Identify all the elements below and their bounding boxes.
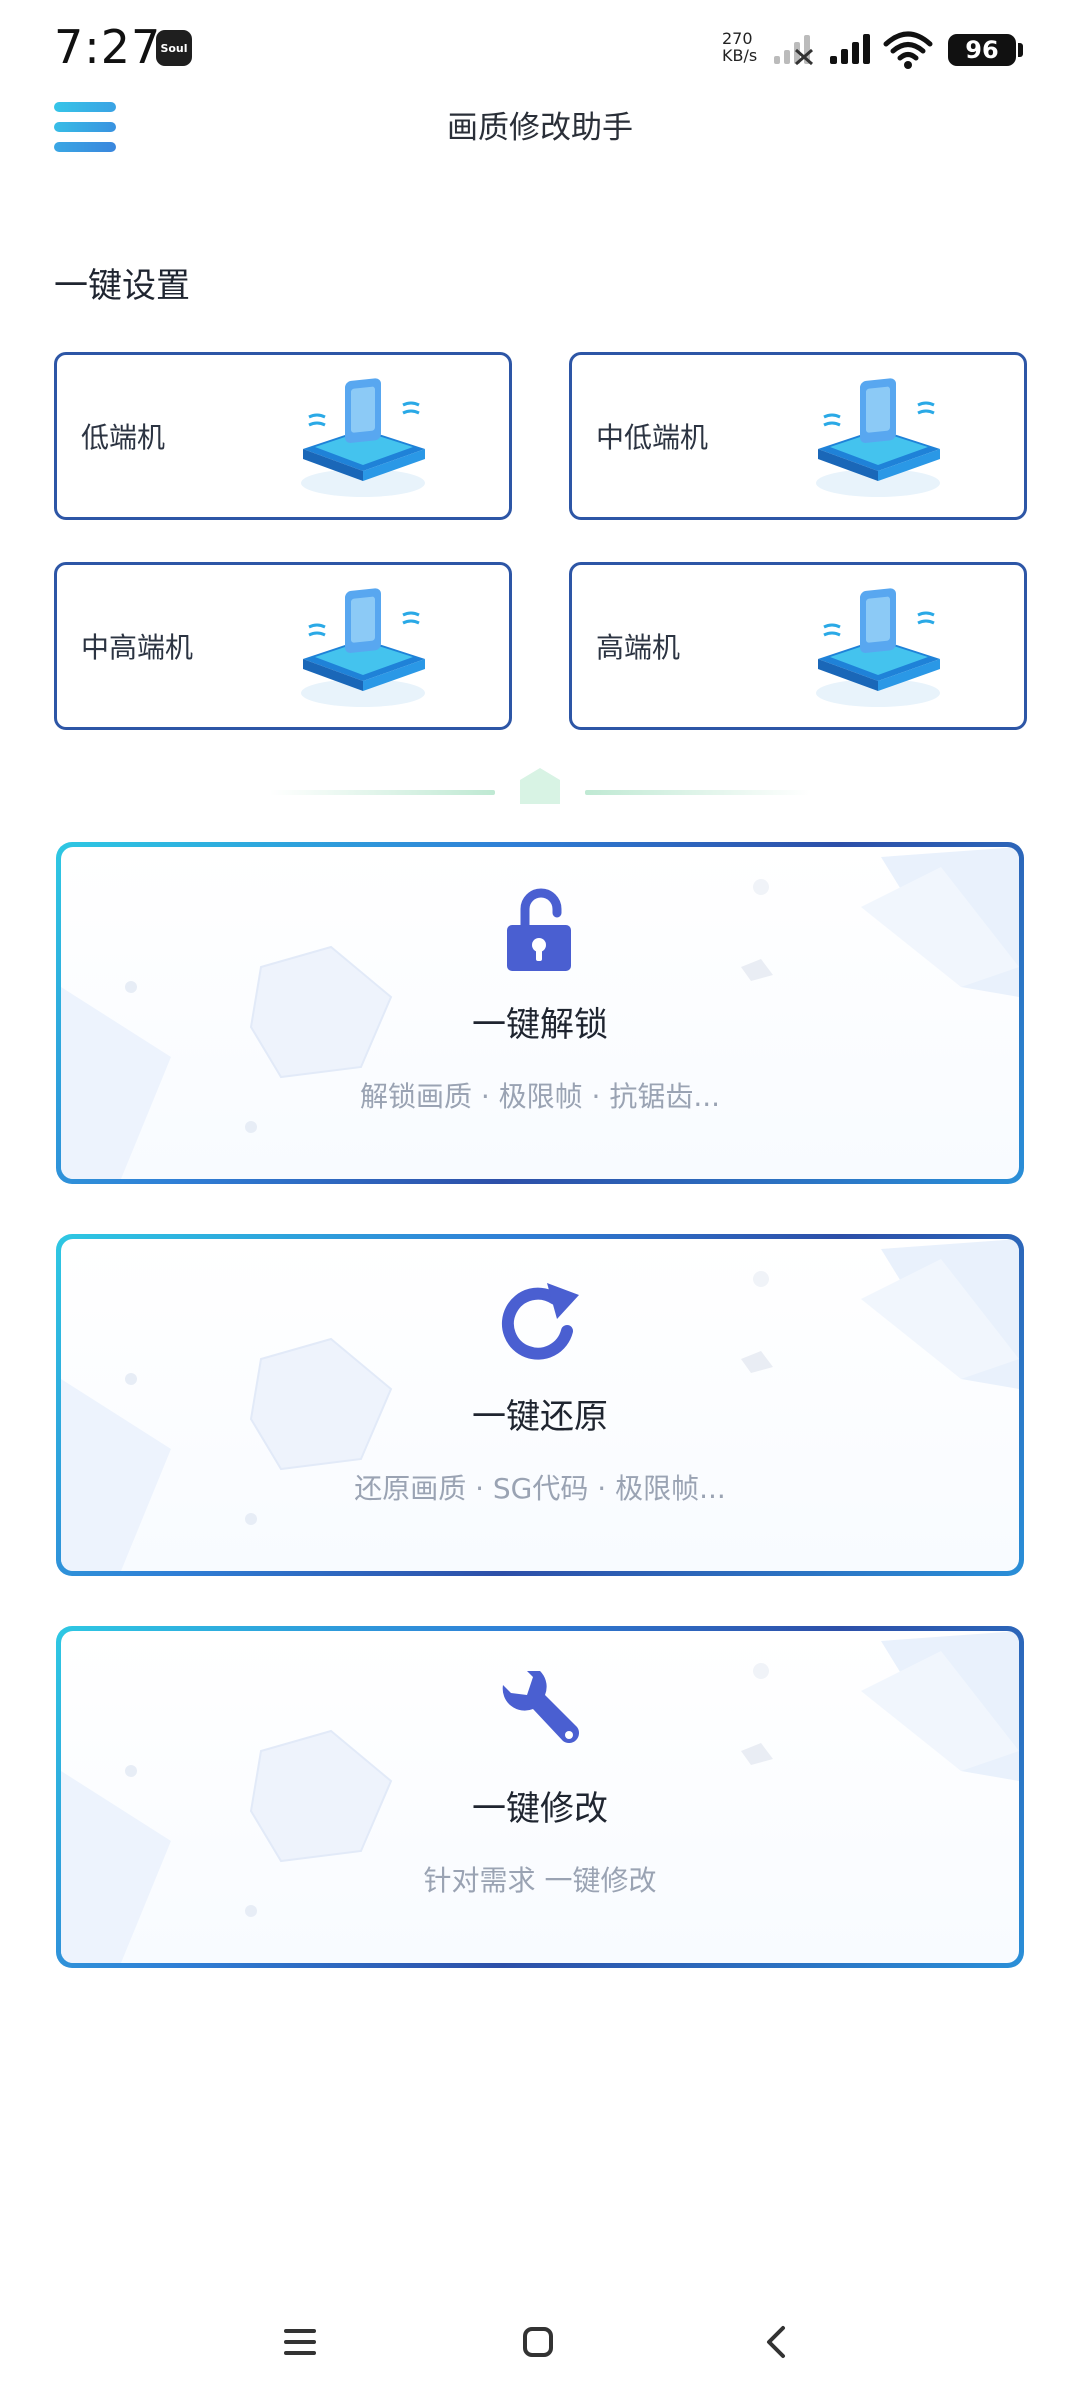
phone-platform-illustration (816, 378, 940, 497)
phone-platform-illustration (301, 588, 425, 707)
network-speed-unit: KB/s (722, 46, 758, 65)
restore-action-card[interactable]: 一键还原 还原画质 · SG代码 · 极限帧... (56, 1234, 1024, 1576)
battery-cap (1018, 43, 1023, 57)
network-speed-value: 270 (722, 29, 753, 48)
preset-card-low-end[interactable]: 低端机 (54, 352, 512, 520)
preset-label: 高端机 (596, 631, 681, 664)
preset-label: 低端机 (81, 421, 166, 454)
preset-card-high-end[interactable]: 高端机 (569, 562, 1027, 730)
action-title: 一键还原 (472, 1397, 608, 1437)
status-time: 7:27 (54, 20, 162, 74)
phone-platform-illustration (816, 588, 940, 707)
action-subtitle: 还原画质 · SG代码 · 极限帧... (354, 1472, 726, 1505)
preset-card-mid-low-end[interactable]: 中低端机 (569, 352, 1027, 520)
signal-strong-icon (830, 34, 870, 64)
section-divider (270, 768, 810, 804)
signal-weak-icon (774, 35, 813, 66)
preset-card-mid-high-end[interactable]: 中高端机 (54, 562, 512, 730)
network-speed: 270 KB/s (722, 30, 757, 64)
unlock-icon (507, 888, 571, 971)
phone-platform-illustration (301, 378, 425, 497)
preset-label: 中高端机 (81, 631, 194, 664)
home-icon[interactable] (508, 2312, 568, 2372)
recent-apps-icon[interactable] (270, 2312, 330, 2372)
refresh-icon (501, 1283, 579, 1360)
action-title: 一键修改 (472, 1789, 608, 1829)
preset-section-title: 一键设置 (54, 266, 190, 306)
wifi-icon (883, 31, 933, 69)
back-icon[interactable] (746, 2312, 806, 2372)
action-subtitle: 解锁画质 · 极限帧 · 抗锯齿... (359, 1080, 721, 1113)
action-subtitle: 针对需求 一键修改 (423, 1864, 657, 1897)
status-bar: 7:27 Soul 270 KB/s 96 (0, 0, 1080, 100)
unlock-action-card[interactable]: 一键解锁 解锁画质 · 极限帧 · 抗锯齿... (56, 842, 1024, 1184)
soul-app-icon: Soul (156, 30, 192, 66)
action-title: 一键解锁 (472, 1005, 608, 1045)
battery-indicator: 96 (948, 34, 1016, 66)
page-title: 画质修改助手 (447, 110, 633, 146)
system-navigation-bar (0, 2290, 1080, 2400)
modify-action-card[interactable]: 一键修改 针对需求 一键修改 (56, 1626, 1024, 1968)
status-icons (770, 30, 934, 70)
wrench-icon (502, 1671, 579, 1743)
preset-label: 中低端机 (596, 421, 709, 454)
